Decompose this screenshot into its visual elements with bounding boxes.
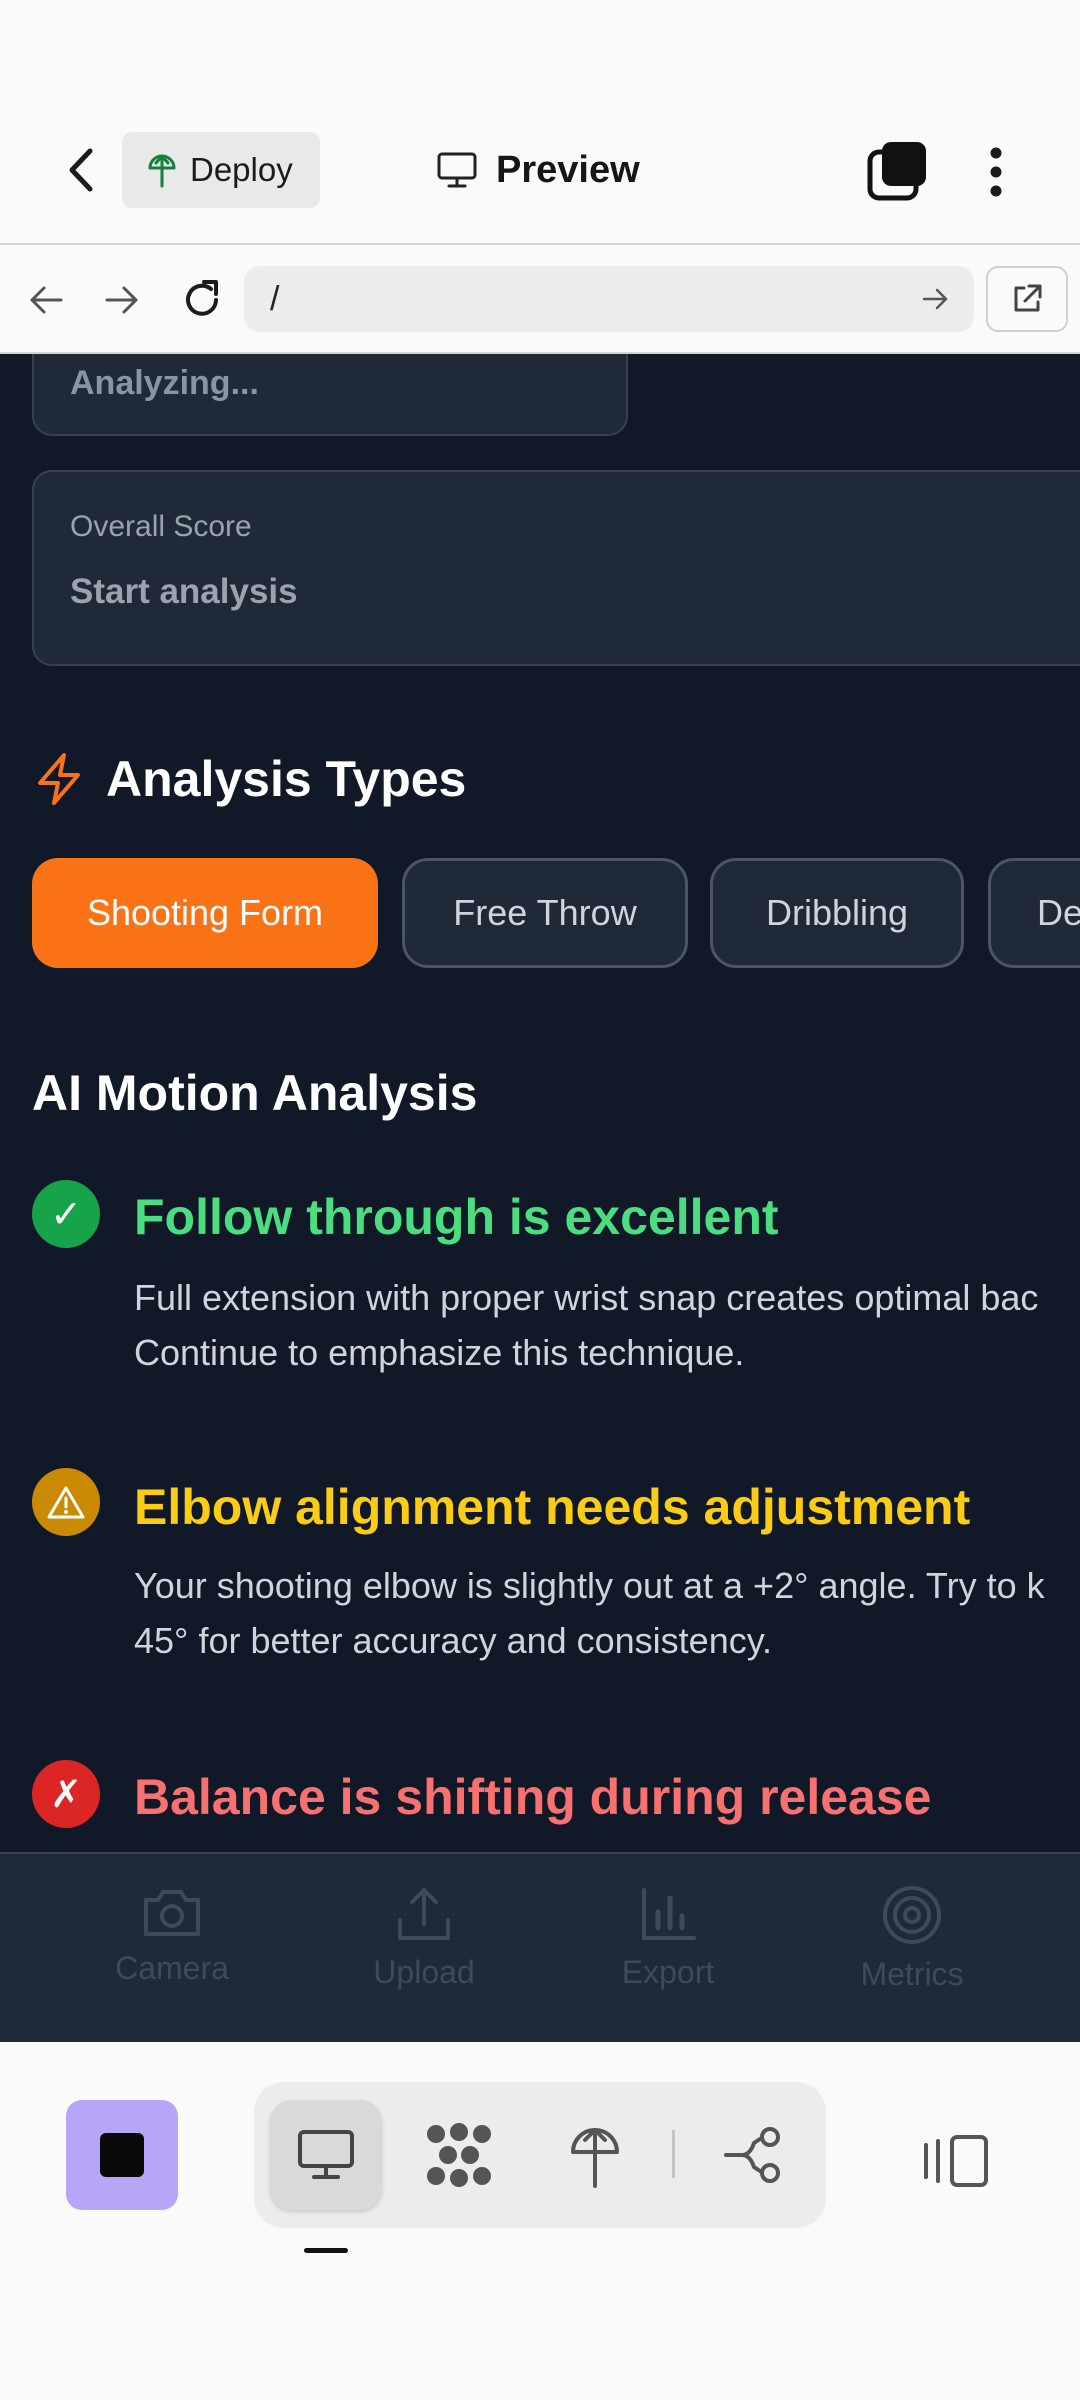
overall-score-card: Overall Score Start analysis <box>32 470 1080 666</box>
insight-description-line: Continue to emphasize this technique. <box>134 1332 745 1373</box>
chevron-left-icon <box>62 145 102 195</box>
lightning-icon <box>34 752 84 806</box>
insight-description-line: Your shooting elbow is slightly out at a… <box>134 1565 1045 1606</box>
workflow-button[interactable] <box>710 2110 800 2200</box>
app-bottom-nav: Camera Upload Export Metrics <box>0 1852 1080 2042</box>
browser-back-button[interactable] <box>22 272 70 328</box>
insight-description-line: Full extension with proper wrist snap cr… <box>134 1277 1039 1318</box>
nav-label: Upload <box>373 1954 475 1990</box>
insight-title: Elbow alignment needs adjustment <box>134 1479 971 1535</box>
browser-forward-button[interactable] <box>98 272 146 328</box>
nav-label: Export <box>621 1954 715 1990</box>
nav-label: Camera <box>115 1950 229 1986</box>
go-arrow-icon[interactable] <box>918 282 952 316</box>
bar-chart-icon <box>636 1884 700 1944</box>
monitor-icon <box>436 151 478 189</box>
nav-label: Metrics <box>860 1956 964 1992</box>
tabs-button[interactable] <box>866 140 928 202</box>
analyzing-status: Analyzing... <box>70 364 259 402</box>
stop-button[interactable] <box>66 2100 178 2210</box>
warning-icon <box>32 1468 100 1536</box>
top-app-bar: Deploy Preview <box>0 0 1080 245</box>
score-label: Overall Score <box>70 510 252 543</box>
score-value: Start analysis <box>70 572 298 611</box>
web-preview: Analyzing... Overall Score Start analysi… <box>0 354 1080 2042</box>
monitor-icon <box>296 2128 356 2182</box>
preview-tab[interactable]: Preview <box>436 140 640 200</box>
open-external-button[interactable] <box>986 266 1068 332</box>
arrow-left-icon <box>28 285 64 315</box>
chip-defense[interactable]: De <box>988 858 1080 968</box>
reload-button[interactable] <box>174 270 230 330</box>
panel-toggle-button[interactable] <box>912 2128 1002 2194</box>
back-button[interactable] <box>52 140 112 200</box>
insight-description: Full extension with proper wrist snap cr… <box>134 1270 1080 1380</box>
deploy-icon <box>567 2122 623 2188</box>
insight-description: Your shooting elbow is slightly out at a… <box>134 1558 1080 1668</box>
components-button[interactable] <box>414 2110 504 2200</box>
analysis-types-heading: Analysis Types <box>34 744 466 814</box>
camera-icon <box>140 1884 204 1940</box>
ai-motion-analysis-title: AI Motion Analysis <box>32 1065 478 1121</box>
arrow-right-icon <box>104 285 140 315</box>
upload-icon <box>392 1884 456 1944</box>
active-mode-indicator <box>304 2248 348 2253</box>
nav-export[interactable]: Export <box>578 1884 758 1991</box>
desktop-preview-button[interactable] <box>270 2100 382 2210</box>
check-icon: ✓ <box>32 1180 100 1248</box>
chip-dribbling[interactable]: Dribbling <box>710 858 964 968</box>
analyzing-card: Analyzing... <box>32 354 628 436</box>
external-link-icon <box>1009 281 1045 317</box>
insight-title: Balance is shifting during release <box>134 1769 932 1825</box>
more-options-button[interactable] <box>972 140 1020 204</box>
tabs-icon <box>866 140 928 202</box>
insight-description-line: 45° for better accuracy and consistency. <box>134 1620 773 1661</box>
insight-title: Follow through is excellent <box>134 1189 779 1245</box>
preview-label: Preview <box>496 148 640 191</box>
deploy-icon <box>146 152 178 188</box>
bottom-toolbar <box>0 2042 1080 2400</box>
deploy-label: Deploy <box>190 151 293 188</box>
view-mode-switcher <box>254 2082 826 2228</box>
grid-dots-icon <box>424 2122 494 2188</box>
deploy-button[interactable]: Deploy <box>122 132 320 208</box>
nav-camera[interactable]: Camera <box>82 1884 262 1987</box>
nav-metrics[interactable]: Metrics <box>822 1884 1002 1993</box>
x-mark-icon: ✗ <box>32 1760 100 1828</box>
chip-free-throw[interactable]: Free Throw <box>402 858 688 968</box>
target-icon <box>881 1884 943 1946</box>
stop-icon <box>98 2131 146 2179</box>
side-panel-icon <box>922 2133 992 2189</box>
nav-upload[interactable]: Upload <box>334 1884 514 1991</box>
chip-shooting-form[interactable]: Shooting Form <box>32 858 378 968</box>
divider <box>0 243 1080 245</box>
url-bar[interactable]: / <box>244 266 974 332</box>
url-text: / <box>270 279 280 318</box>
section-title: Analysis Types <box>106 751 467 807</box>
reload-icon <box>180 278 224 322</box>
deploy-mode-button[interactable] <box>550 2110 640 2200</box>
divider <box>672 2130 675 2178</box>
more-vertical-icon <box>989 146 1003 198</box>
workflow-icon <box>722 2125 788 2185</box>
